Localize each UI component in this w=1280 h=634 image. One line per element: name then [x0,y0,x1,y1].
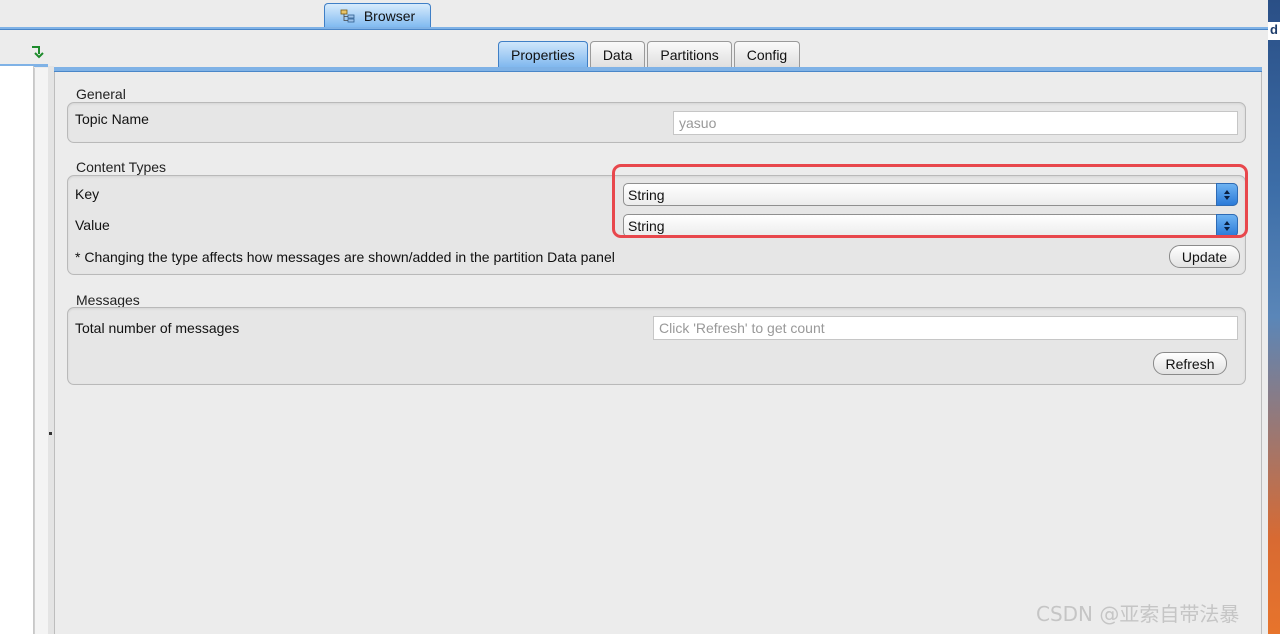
update-button[interactable]: Update [1169,245,1240,268]
topic-tree-pane[interactable] [0,66,34,634]
value-label: Value [75,217,110,233]
topic-name-label: Topic Name [75,111,149,127]
tab-properties[interactable]: Properties [498,41,588,68]
tab-strip-divider [0,27,1268,30]
browser-tab[interactable]: Browser [324,3,431,28]
key-label: Key [75,186,100,202]
messages-title: Messages [76,292,140,308]
browser-tab-label: Browser [363,8,416,24]
desktop-edge-char: d [1268,22,1280,40]
properties-tab-bar: Properties Data Partitions Config [498,41,801,68]
refresh-button[interactable]: Refresh [1153,352,1227,375]
tab-partitions[interactable]: Partitions [647,41,732,68]
total-messages-field[interactable]: Click 'Refresh' to get count [653,316,1238,340]
content-types-title: Content Types [76,159,167,175]
desktop-edge [1268,0,1280,634]
window-tab-strip [0,0,1268,30]
csdn-watermark: CSDN @亚索自带法暴 [1036,602,1240,626]
content-type-note: * Changing the type affects how messages… [75,249,615,265]
tab-data[interactable]: Data [589,41,646,68]
annotation-highlight-box [612,164,1248,238]
general-title: General [76,86,126,102]
total-messages-label: Total number of messages [75,320,240,336]
topic-name-field[interactable]: yasuo [673,111,1238,135]
tree-icon [340,9,355,23]
collapse-arrow-icon[interactable] [29,44,45,60]
splitter-handle[interactable] [49,432,52,435]
tree-scrollbar[interactable] [34,68,48,634]
tab-config[interactable]: Config [733,41,801,68]
